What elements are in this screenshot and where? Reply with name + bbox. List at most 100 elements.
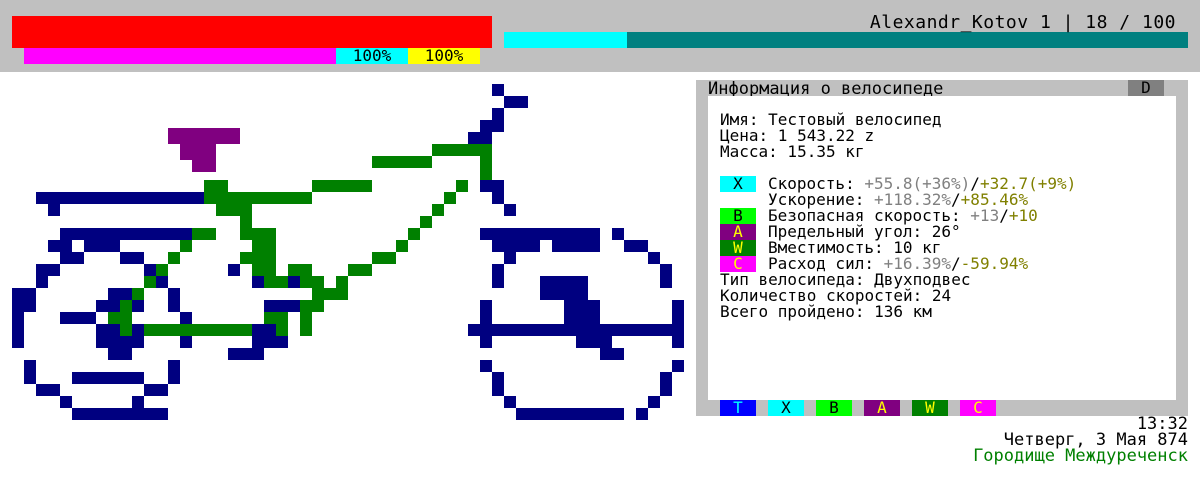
bike-frame-pixel: [144, 264, 156, 276]
stat-bonus-value: -59.94%: [960, 254, 1029, 273]
bike-frame-pixel: [432, 144, 492, 156]
bicycle-image: [12, 84, 684, 420]
bike-frame-pixel: [468, 132, 492, 144]
hud-bar: 100% 100% Alexandr_Kotov 1 | 18 / 100: [0, 0, 1200, 72]
bike-frame-pixel: [480, 120, 504, 132]
bike-frame-pixel: [480, 336, 492, 348]
bike-frame-pixel: [228, 348, 264, 360]
bike-frame-pixel: [480, 312, 492, 324]
bike-frame-pixel: [120, 252, 132, 264]
bike-frame-pixel: [240, 228, 276, 240]
bike-frame-pixel: [12, 336, 24, 348]
bike-frame-pixel: [432, 204, 444, 216]
bike-frame-pixel: [276, 324, 288, 336]
bike-frame-pixel: [672, 312, 684, 324]
stat-separator: /: [999, 206, 1009, 225]
bike-frame-pixel: [492, 276, 504, 288]
bike-frame-pixel: [84, 240, 96, 252]
bike-frame-pixel: [660, 372, 672, 384]
tab-a[interactable]: A: [864, 400, 900, 416]
bike-frame-pixel: [396, 240, 408, 252]
bike-frame-pixel: [336, 276, 348, 288]
bike-frame-pixel: [264, 276, 288, 288]
bike-frame-pixel: [468, 324, 684, 336]
bike-frame: [12, 84, 684, 420]
location-name: Городище Междуреченск: [973, 446, 1188, 466]
bike-frame-pixel: [648, 252, 660, 264]
bike-frame-pixel: [540, 276, 588, 300]
bike-frame-pixel: [300, 312, 312, 336]
bike-frame-pixel: [612, 228, 624, 240]
bike-frame-pixel: [108, 240, 120, 252]
experience-bar-track: [504, 32, 1188, 48]
bike-frame-pixel: [108, 288, 132, 300]
bike-frame-pixel: [504, 396, 516, 408]
bike-frame-pixel: [24, 372, 36, 384]
bike-frame-pixel: [660, 276, 672, 288]
bike-frame-pixel: [168, 288, 180, 300]
bike-frame-pixel: [348, 264, 372, 276]
energy-value: 100%: [336, 48, 408, 64]
bike-frame-pixel: [156, 384, 168, 396]
bike-frame-pixel: [48, 240, 72, 252]
bike-frame-pixel: [132, 288, 144, 300]
bike-frame-pixel: [60, 312, 96, 324]
bike-frame-pixel: [528, 240, 540, 252]
bike-frame-pixel: [60, 396, 72, 408]
bike-frame-pixel: [288, 264, 312, 276]
bike-frame-pixel: [480, 180, 504, 192]
bike-frame-pixel: [420, 216, 432, 228]
bike-frame-pixel: [636, 240, 648, 252]
bike-frame-pixel: [204, 180, 228, 192]
bike-frame-pixel: [72, 408, 168, 420]
tab-t[interactable]: T: [720, 400, 756, 416]
tab-c[interactable]: C: [960, 400, 996, 416]
bike-frame-pixel: [588, 228, 600, 240]
stat-bonus-value: +10: [1008, 206, 1038, 225]
bike-frame-pixel: [624, 240, 636, 252]
bike-frame-pixel: [444, 192, 456, 204]
bike-frame-pixel: [648, 396, 660, 408]
bike-frame-pixel: [144, 324, 252, 336]
bike-frame-pixel: [492, 84, 504, 96]
player-status: Alexandr_Kotov 1 | 18 / 100: [869, 12, 1176, 33]
close-key-button[interactable]: D: [1128, 80, 1164, 96]
bike-frame-pixel: [264, 192, 312, 204]
bike-frame-pixel: [480, 360, 492, 372]
bike-frame-pixel: [528, 408, 624, 420]
bike-frame-pixel: [672, 300, 684, 312]
tab-b[interactable]: B: [816, 400, 852, 416]
bike-frame-pixel: [480, 156, 492, 180]
bike-frame-pixel: [108, 348, 132, 360]
health-bar: [12, 16, 492, 48]
bike-frame-pixel: [240, 216, 252, 228]
bike-frame-pixel: [480, 300, 492, 312]
bike-frame-pixel: [660, 264, 672, 276]
bike-frame-pixel: [132, 396, 144, 408]
bike-seat-pixel: [180, 144, 192, 160]
tab-w[interactable]: W: [912, 400, 948, 416]
bike-frame-pixel: [492, 372, 504, 384]
bike-frame-pixel: [252, 264, 276, 276]
bike-frame-pixel: [372, 252, 396, 264]
bike-frame-pixel: [492, 264, 504, 276]
bike-frame-pixel: [24, 300, 36, 312]
bike-frame-pixel: [168, 372, 180, 384]
bike-frame-pixel: [660, 384, 672, 396]
bike-frame-pixel: [120, 324, 132, 336]
bike-frame-pixel: [636, 408, 648, 420]
bike-frame-pixel: [264, 300, 300, 312]
bike-frame-pixel: [144, 276, 156, 288]
bike-frame-pixel: [156, 264, 168, 276]
bike-frame-pixel: [48, 264, 60, 276]
bike-frame-pixel: [108, 312, 132, 324]
bike-seat: [168, 128, 240, 172]
bike-frame-pixel: [48, 384, 60, 396]
stat-key-x[interactable]: X: [720, 176, 756, 192]
tab-x[interactable]: X: [768, 400, 804, 416]
bike-frame-pixel: [672, 360, 684, 372]
bike-frame-pixel: [168, 252, 180, 264]
bike-frame-pixel: [252, 240, 276, 252]
bike-frame-pixel: [552, 240, 600, 252]
bike-distance: Всего пройдено: 136 км: [720, 302, 932, 321]
